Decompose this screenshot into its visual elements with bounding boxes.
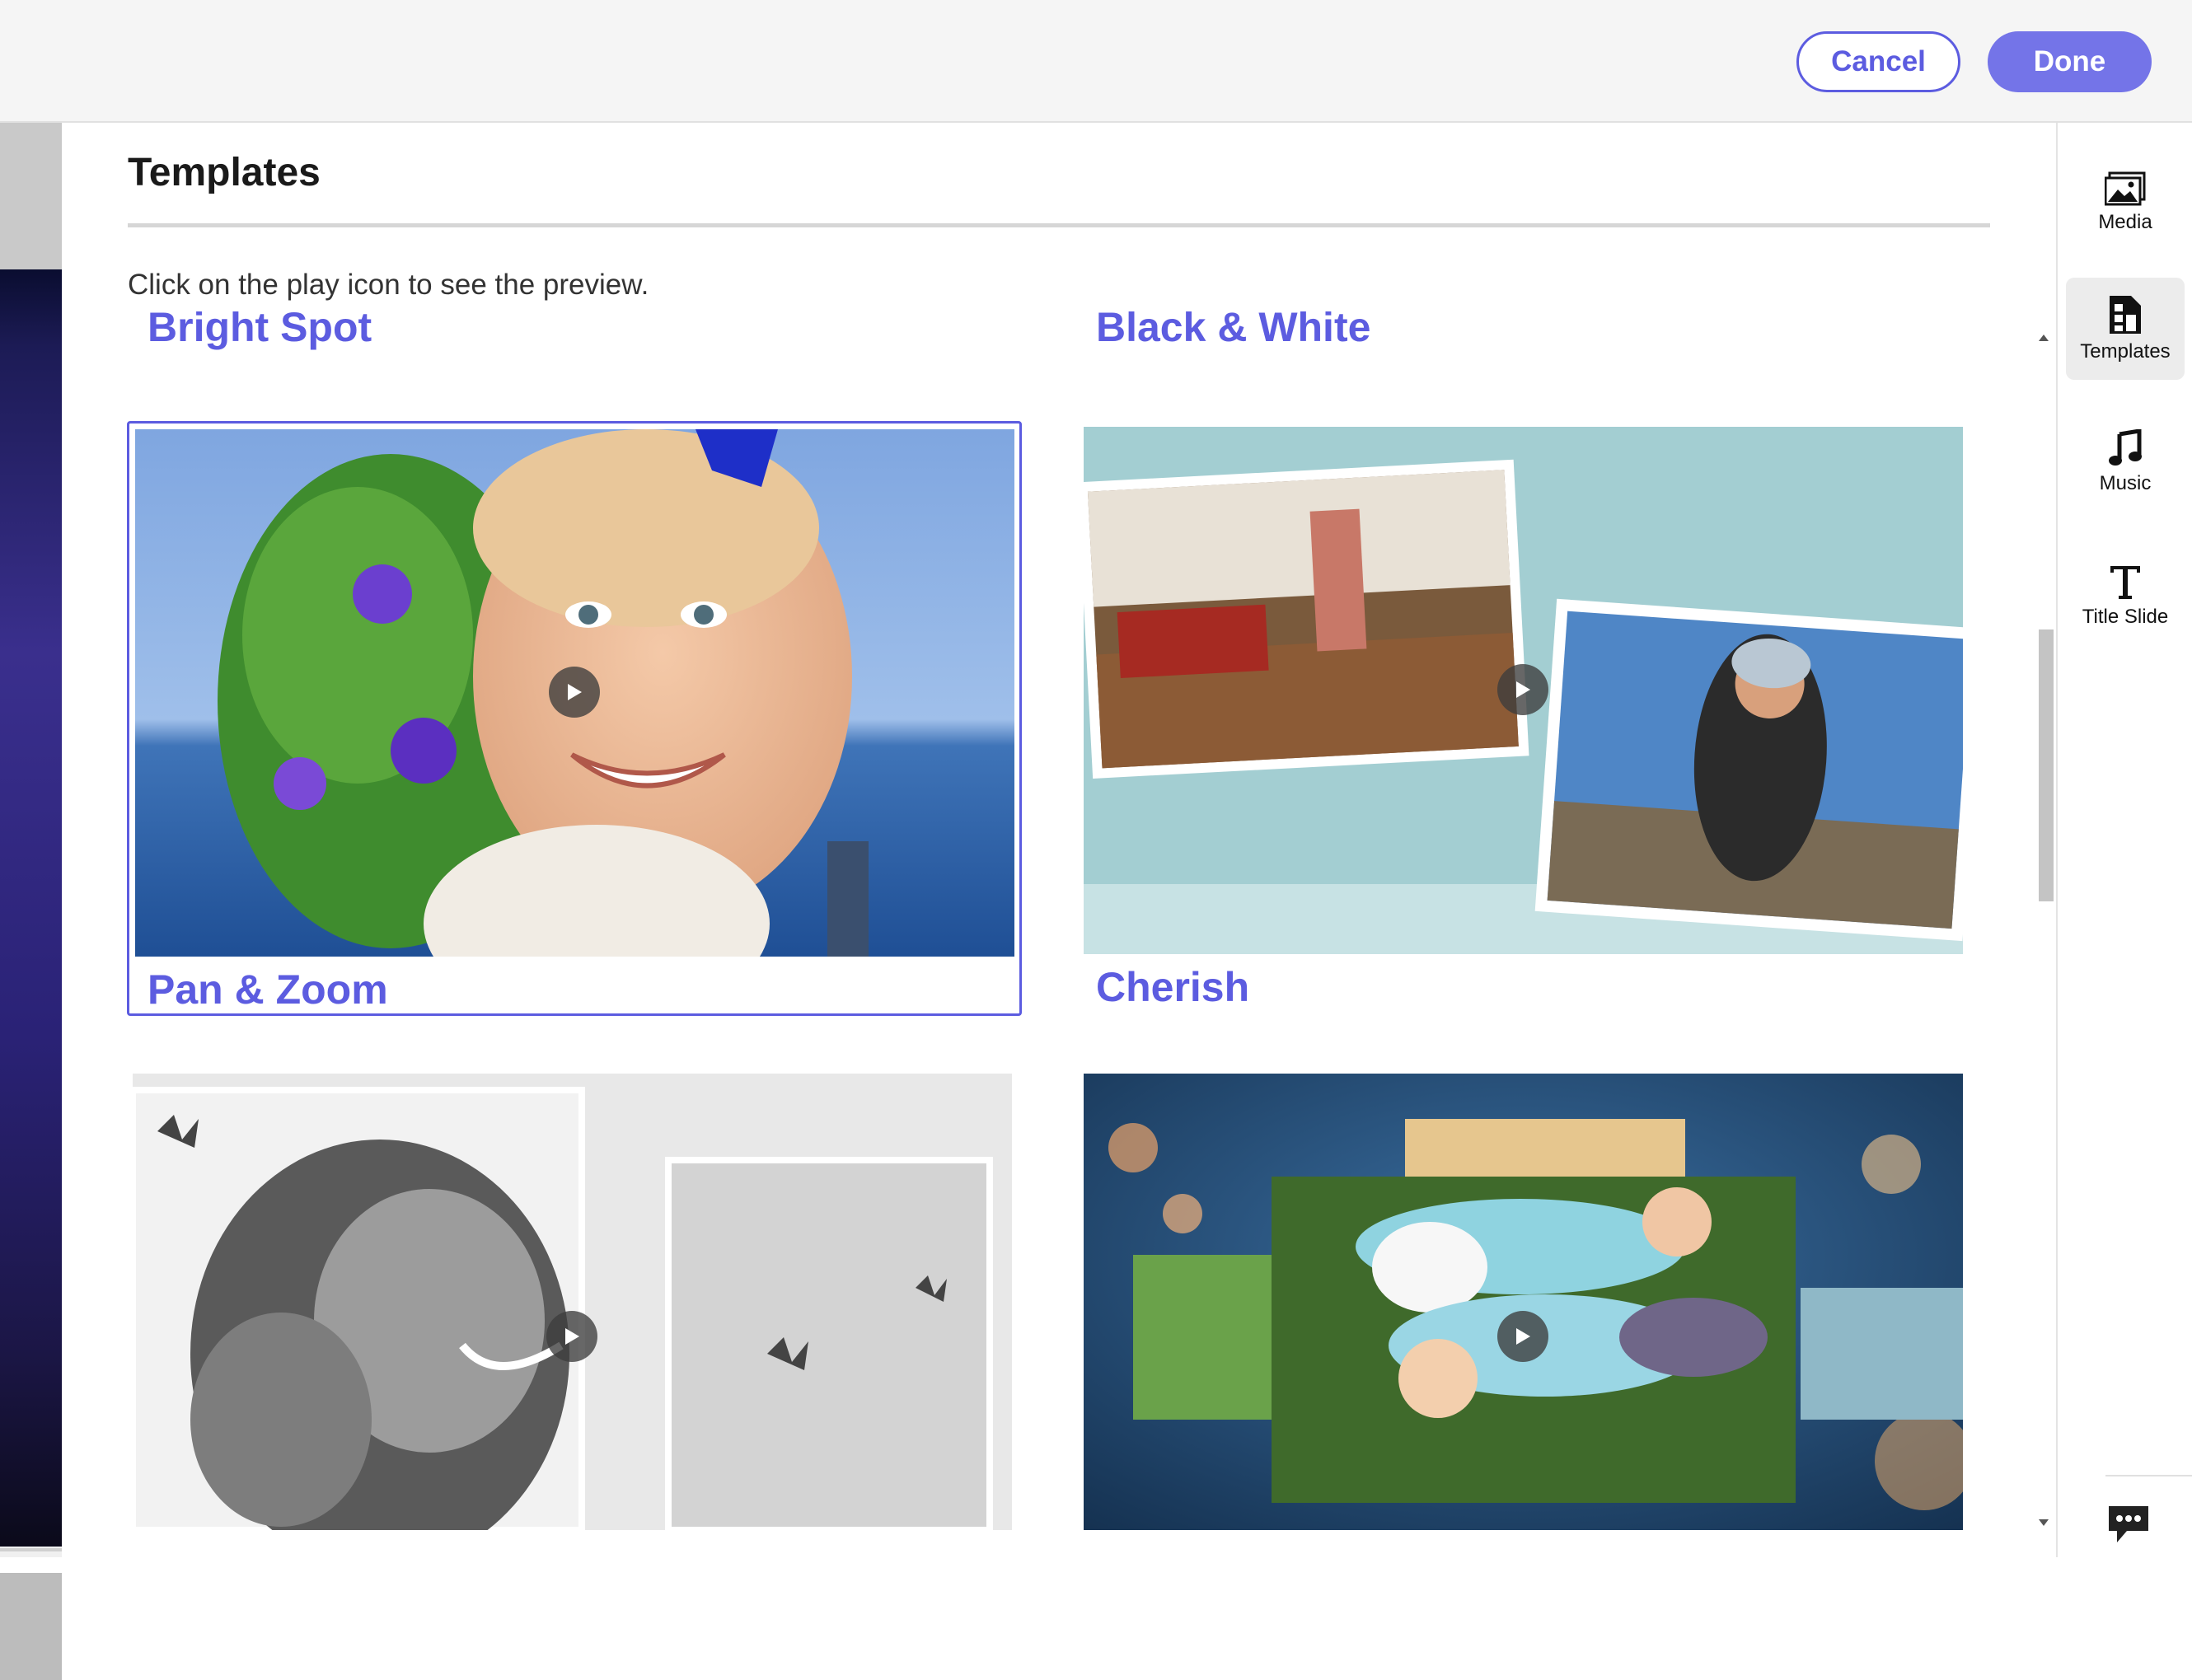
rail-item-label: Music	[2099, 472, 2152, 494]
music-note-icon	[2109, 429, 2142, 466]
strip-grey	[0, 123, 62, 271]
text-t-icon	[2110, 566, 2140, 599]
template-label-black-white[interactable]: Black & White	[1096, 311, 1370, 351]
rail-item-media[interactable]: Media	[2066, 152, 2185, 254]
kids-thumbnail-image	[1084, 1074, 1963, 1530]
rail-item-templates[interactable]: Templates	[2066, 278, 2185, 380]
template-label: Cherish	[1096, 964, 1250, 1010]
scroll-up-arrow-icon[interactable]	[2039, 335, 2049, 341]
chat-bubble-icon	[2109, 1506, 2148, 1542]
strip-divider	[0, 1548, 62, 1551]
play-icon	[1516, 1328, 1530, 1345]
rail-divider	[2105, 1475, 2192, 1476]
rail-item-label: Title Slide	[2082, 606, 2169, 628]
play-icon	[1516, 681, 1530, 698]
bw-thumbnail-image	[133, 1074, 1012, 1530]
template-thumbnail[interactable]	[133, 1074, 1012, 1530]
rail-item-label: Media	[2098, 211, 2152, 233]
templates-scrollbar[interactable]	[2035, 333, 2054, 1533]
play-icon	[568, 684, 582, 700]
play-preview-button[interactable]	[546, 1311, 597, 1362]
template-card-row3-left[interactable]	[127, 1068, 1022, 1557]
background-editor-strip	[0, 123, 62, 1680]
play-preview-button[interactable]	[1497, 664, 1548, 715]
template-card-pan-zoom[interactable]: Pan & Zoom	[127, 421, 1022, 1016]
right-tool-rail: Media Templates Music Title Slide	[2056, 123, 2192, 1557]
rail-item-title-slide[interactable]: Title Slide	[2066, 545, 2185, 647]
play-preview-button[interactable]	[549, 667, 600, 718]
strip-preview	[0, 269, 62, 1547]
scroll-down-arrow-icon[interactable]	[2039, 1519, 2049, 1526]
play-icon	[565, 1328, 579, 1345]
title-divider	[128, 223, 1990, 227]
rail-item-label: Templates	[2080, 340, 2171, 363]
template-label: Pan & Zoom	[148, 966, 388, 1013]
template-thumbnail[interactable]	[1084, 427, 1963, 954]
templates-grid: Bright Spot Black & White Pan & Zoom Che…	[62, 311, 2040, 1557]
template-label-bright-spot[interactable]: Bright Spot	[148, 311, 372, 351]
top-bar: Cancel Done	[0, 0, 2192, 123]
strip-bottom	[0, 1573, 62, 1680]
cancel-button[interactable]: Cancel	[1796, 31, 1960, 92]
template-thumbnail[interactable]	[135, 429, 1014, 957]
preview-hint: Click on the play icon to see the previe…	[128, 269, 649, 301]
image-icon	[2105, 171, 2146, 206]
panel-title: Templates	[128, 151, 321, 194]
rail-item-music[interactable]: Music	[2066, 411, 2185, 513]
done-button[interactable]: Done	[1988, 31, 2152, 92]
scrollbar-thumb[interactable]	[2039, 629, 2054, 901]
feedback-button[interactable]	[2105, 1501, 2152, 1547]
template-card-cherish[interactable]: Cherish	[1084, 421, 1979, 1016]
template-card-row3-right[interactable]	[1084, 1068, 1979, 1557]
template-thumbnail[interactable]	[1084, 1074, 1963, 1530]
templates-icon	[2110, 296, 2141, 334]
play-preview-button[interactable]	[1497, 1311, 1548, 1362]
